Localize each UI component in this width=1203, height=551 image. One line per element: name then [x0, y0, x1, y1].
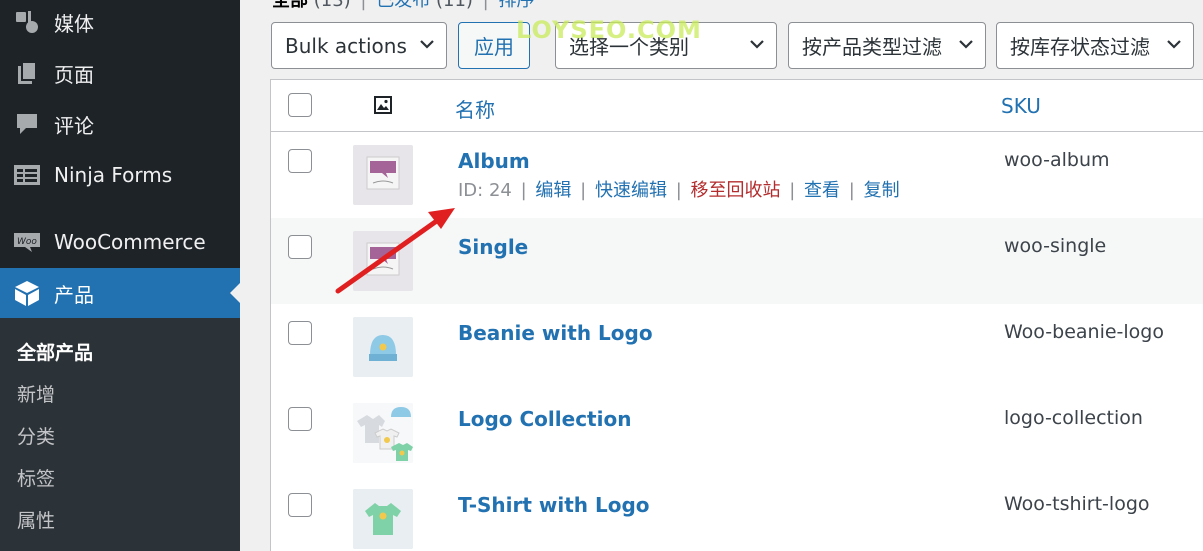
logo-collection-thumbnail-image	[353, 403, 413, 463]
svg-text:Woo: Woo	[17, 237, 37, 247]
product-type-filter-value: 按产品类型过滤	[802, 35, 942, 59]
menu-label: Ninja Forms	[54, 163, 173, 187]
products-table: 名称 SKU Album ID: 24 | 编辑 | 快速编辑 | 移至回收站 …	[270, 79, 1203, 551]
view-published-link[interactable]: 已发布	[376, 0, 430, 11]
trash-link[interactable]: 移至回收站	[691, 180, 781, 201]
products-submenu: 全部产品 新增 分类 标签 属性	[0, 318, 240, 551]
menu-item-comments[interactable]: 评论	[0, 99, 240, 149]
page-icon	[12, 58, 42, 88]
view-sort-link[interactable]: 排序	[498, 0, 534, 11]
stock-status-filter-select[interactable]: 按库存状态过滤	[996, 22, 1194, 69]
product-thumbnail[interactable]	[353, 317, 413, 377]
column-header-sku[interactable]: SKU	[1001, 94, 1041, 118]
duplicate-link[interactable]: 复制	[864, 180, 900, 201]
bulk-actions-value: Bulk actions	[285, 33, 407, 58]
bulk-actions-select[interactable]: Bulk actions	[271, 22, 447, 69]
product-id: ID: 24	[458, 180, 512, 201]
menu-item-products[interactable]: 产品	[0, 268, 240, 318]
chevron-down-icon	[1167, 40, 1181, 49]
product-sku: woo-single	[1004, 235, 1107, 257]
product-sku: logo-collection	[1004, 407, 1143, 429]
product-sku: Woo-tshirt-logo	[1004, 493, 1150, 515]
submenu-add-new[interactable]: 新增	[17, 380, 55, 407]
menu-label: 评论	[54, 113, 94, 138]
product-thumbnail[interactable]	[353, 231, 413, 291]
product-box-icon	[12, 278, 42, 308]
product-thumbnail[interactable]	[353, 489, 413, 549]
product-name-link[interactable]: Album	[458, 149, 530, 173]
select-all-checkbox[interactable]	[288, 93, 312, 117]
beanie-thumbnail-image	[353, 317, 413, 377]
submenu-categories[interactable]: 分类	[17, 422, 55, 449]
view-filters: 全部 (13) | 已发布 (11) | 排序	[272, 0, 534, 12]
row-actions: ID: 24 | 编辑 | 快速编辑 | 移至回收站 | 查看 | 复制	[458, 180, 900, 201]
product-name-link[interactable]: Logo Collection	[458, 407, 631, 431]
edit-link[interactable]: 编辑	[535, 180, 571, 201]
row-checkbox[interactable]	[288, 407, 312, 431]
image-icon	[374, 96, 392, 114]
row-checkbox[interactable]	[288, 235, 312, 259]
view-all-link[interactable]: 全部	[272, 0, 308, 11]
table-header: 名称 SKU	[271, 80, 1203, 132]
row-checkbox[interactable]	[288, 321, 312, 345]
menu-item-ninja-forms[interactable]: Ninja Forms	[0, 150, 240, 200]
submenu-tags[interactable]: 标签	[17, 464, 55, 491]
menu-label: WooCommerce	[54, 230, 206, 254]
chevron-down-icon	[959, 40, 973, 49]
album-thumbnail-image	[353, 145, 413, 205]
product-type-filter-select[interactable]: 按产品类型过滤	[788, 22, 986, 69]
table-row: T-Shirt with Logo Woo-tshirt-logo	[271, 476, 1203, 551]
table-row: Logo Collection logo-collection	[271, 390, 1203, 476]
column-header-name[interactable]: 名称	[455, 94, 495, 123]
tshirt-thumbnail-image	[353, 489, 413, 549]
admin-sidebar: 媒体 页面 评论 Ninja Forms Woo WooCommerce 产品 …	[0, 0, 240, 551]
chevron-down-icon	[750, 40, 764, 49]
row-checkbox[interactable]	[288, 493, 312, 517]
table-row: Beanie with Logo Woo-beanie-logo	[271, 304, 1203, 390]
product-sku: woo-album	[1004, 149, 1110, 171]
site-watermark: LOYSEO.COM	[516, 16, 702, 44]
menu-item-woocommerce[interactable]: Woo WooCommerce	[0, 217, 240, 267]
woocommerce-icon: Woo	[12, 227, 42, 257]
submenu-all-products[interactable]: 全部产品	[17, 338, 93, 365]
menu-item-pages[interactable]: 页面	[0, 48, 240, 98]
ninja-forms-icon	[12, 160, 42, 190]
stock-status-filter-value: 按库存状态过滤	[1010, 35, 1150, 59]
main-content: 全部 (13) | 已发布 (11) | 排序 Bulk actions 应用 …	[240, 0, 1203, 551]
menu-label: 页面	[54, 62, 94, 87]
product-thumbnail[interactable]	[353, 403, 413, 463]
submenu-attributes[interactable]: 属性	[17, 506, 55, 533]
view-link[interactable]: 查看	[804, 180, 840, 201]
menu-label: 产品	[54, 282, 94, 307]
product-name-link[interactable]: T-Shirt with Logo	[458, 493, 650, 517]
menu-item-media[interactable]: 媒体	[0, 0, 240, 47]
product-thumbnail[interactable]	[353, 145, 413, 205]
menu-label: 媒体	[54, 11, 94, 36]
table-row: Album ID: 24 | 编辑 | 快速编辑 | 移至回收站 | 查看 | …	[271, 132, 1203, 218]
chevron-down-icon	[420, 40, 434, 49]
table-row: Single woo-single	[271, 218, 1203, 304]
product-name-link[interactable]: Beanie with Logo	[458, 321, 653, 345]
product-name-link[interactable]: Single	[458, 235, 528, 259]
view-all-count: (13)	[313, 0, 351, 11]
row-checkbox[interactable]	[288, 149, 312, 173]
view-published-count: (11)	[435, 0, 473, 11]
quick-edit-link[interactable]: 快速编辑	[595, 180, 667, 201]
product-sku: Woo-beanie-logo	[1004, 321, 1164, 343]
comment-icon	[12, 109, 42, 139]
media-icon	[12, 7, 42, 37]
single-thumbnail-image	[353, 231, 413, 291]
